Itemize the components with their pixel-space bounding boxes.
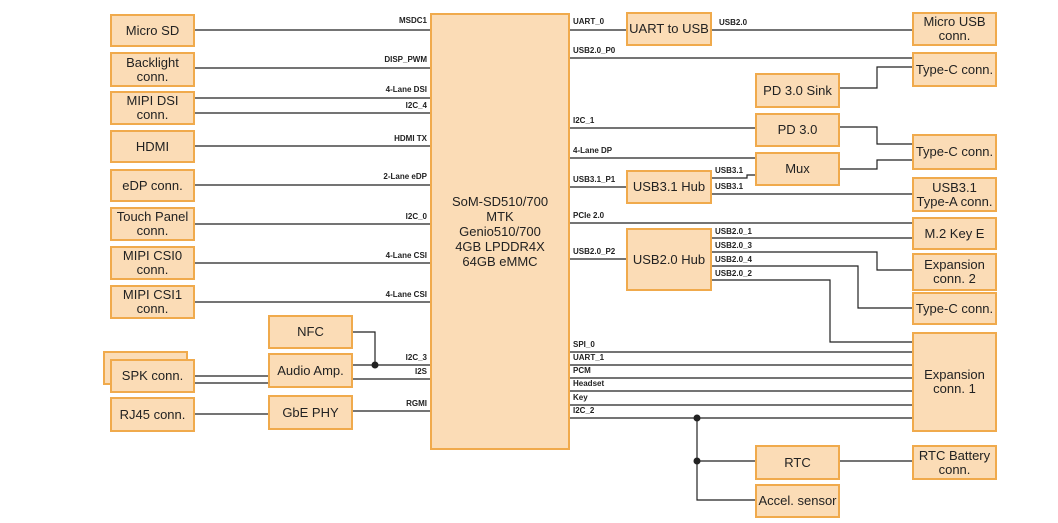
uart-to-usb-block: UART to USB <box>626 12 712 46</box>
signal-label: 4-Lane DSI <box>385 85 427 94</box>
signal-label: I2C_2 <box>573 406 595 415</box>
signal-label: 4-Lane DP <box>573 146 613 155</box>
rtc-block: RTC <box>755 445 840 480</box>
expansion-conn-1-block: Expansion conn. 1 <box>912 332 997 432</box>
nfc-block: NFC <box>268 315 353 349</box>
signal-label: I2S <box>414 367 427 376</box>
gbe-phy-block: GbE PHY <box>268 395 353 430</box>
block-diagram: Micro SD Backlight conn. MIPI DSI conn. … <box>0 0 1058 523</box>
signal-label: Headset <box>573 379 605 388</box>
signal-label: USB3.1 <box>715 166 744 175</box>
signal-label: USB2.0_2 <box>715 269 752 278</box>
mipi-csi1-conn-block: MIPI CSI1 conn. <box>110 285 195 319</box>
signal-label: USB3.1 <box>715 182 744 191</box>
signal-label: 4-Lane CSI <box>385 290 427 299</box>
signal-label: Key <box>573 393 588 402</box>
signal-label: USB2.0 <box>719 18 748 27</box>
expansion-conn-2-block: Expansion conn. 2 <box>912 253 997 291</box>
mux-block: Mux <box>755 152 840 186</box>
backlight-conn-block: Backlight conn. <box>110 52 195 87</box>
signal-label: HDMI TX <box>394 134 427 143</box>
spk-conn-block: SPK conn. <box>110 359 195 393</box>
rj45-conn-block: RJ45 conn. <box>110 397 195 432</box>
mipi-csi0-conn-block: MIPI CSI0 conn. <box>110 246 195 280</box>
type-c-conn-block: Type-C conn. <box>912 134 997 170</box>
signal-label: USB2.0_P2 <box>573 247 616 256</box>
signal-label: I2C_3 <box>405 353 427 362</box>
audio-amp-block: Audio Amp. <box>268 353 353 388</box>
signal-label: USB2.0_3 <box>715 241 752 250</box>
pd30-block: PD 3.0 <box>755 113 840 147</box>
accel-sensor-block: Accel. sensor <box>755 484 840 518</box>
micro-sd-block: Micro SD <box>110 14 195 47</box>
signal-label: RGMI <box>406 399 427 408</box>
signal-label: MSDC1 <box>398 16 427 25</box>
signal-label: USB2.0_4 <box>715 255 752 264</box>
signal-label: 2-Lane eDP <box>383 172 427 181</box>
micro-usb-conn-block: Micro USB conn. <box>912 12 997 46</box>
signal-label: USB3.1_P1 <box>573 175 616 184</box>
signal-label: 4-Lane CSI <box>385 251 427 260</box>
signal-label: USB2.0_P0 <box>573 46 616 55</box>
signal-label: I2C_1 <box>573 116 595 125</box>
edp-conn-block: eDP conn. <box>110 169 195 202</box>
type-c-conn-block: Type-C conn. <box>912 52 997 87</box>
usb20-hub-block: USB2.0 Hub <box>626 228 712 291</box>
signal-label: I2C_0 <box>405 212 427 221</box>
signal-label: PCM <box>573 366 591 375</box>
signal-label: I2C_4 <box>405 101 427 110</box>
signal-label: UART_1 <box>573 353 605 362</box>
usb31-type-a-conn-block: USB3.1 Type-A conn. <box>912 177 997 212</box>
signal-label: SPI_0 <box>573 340 595 349</box>
som-soc-block: SoM-SD510/700 MTK Genio510/700 4GB LPDDR… <box>430 13 570 450</box>
touch-panel-conn-block: Touch Panel conn. <box>110 207 195 241</box>
hdmi-block: HDMI <box>110 130 195 163</box>
pd30-sink-block: PD 3.0 Sink <box>755 73 840 108</box>
signal-label: DISP_PWM <box>384 55 427 64</box>
mipi-dsi-conn-block: MIPI DSI conn. <box>110 91 195 125</box>
signal-label: UART_0 <box>573 17 605 26</box>
type-c-conn-block: Type-C conn. <box>912 292 997 325</box>
rtc-battery-conn-block: RTC Battery conn. <box>912 445 997 480</box>
signal-label: PCIe 2.0 <box>573 211 605 220</box>
signal-label: USB2.0_1 <box>715 227 752 236</box>
m2-key-e-block: M.2 Key E <box>912 217 997 250</box>
usb31-hub-block: USB3.1 Hub <box>626 170 712 204</box>
